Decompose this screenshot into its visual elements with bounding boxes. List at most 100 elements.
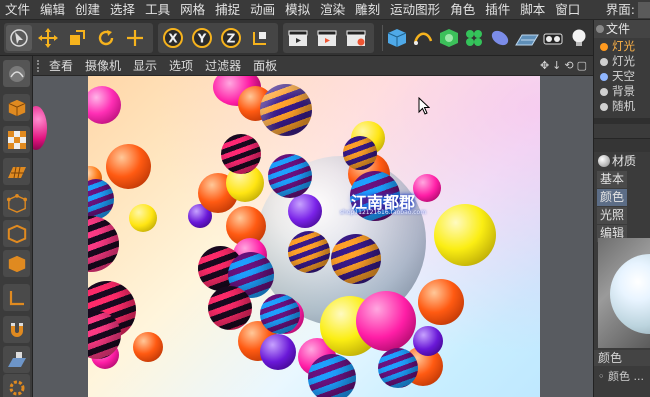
menu-script[interactable]: 脚本: [515, 0, 550, 20]
object-item-light-1[interactable]: 灯光: [594, 39, 650, 54]
render-settings-button[interactable]: [343, 25, 369, 51]
material-label: 材质: [612, 154, 637, 168]
object-item-sky[interactable]: 天空: [594, 69, 650, 84]
object-label: 灯光: [612, 54, 635, 68]
striped-sphere-blue-purple: [260, 294, 300, 334]
cube-icon: [388, 28, 407, 47]
object-item-random[interactable]: 随机: [594, 99, 650, 114]
cinema4d-window: 文件 编辑 创建 选择 工具 网格 捕捉 动画 模拟 渲染 雕刻 运动图形 角色…: [0, 0, 650, 397]
color-section-header[interactable]: 颜色: [594, 350, 650, 366]
subdivision-surface-button[interactable]: [437, 25, 460, 51]
viewport-menu-cameras[interactable]: 摄像机: [79, 57, 127, 74]
viewport-menu-options[interactable]: 选项: [163, 57, 199, 74]
object-label: 灯光: [612, 39, 635, 53]
axis-mode-button[interactable]: [3, 284, 30, 311]
menu-mograph[interactable]: 运动图形: [385, 0, 445, 20]
menu-plugins[interactable]: 插件: [480, 0, 515, 20]
gear-tool-button[interactable]: [3, 374, 30, 397]
object-manager-tab-file[interactable]: 文件: [606, 22, 630, 36]
menu-window[interactable]: 窗口: [550, 0, 585, 20]
points-mode-button[interactable]: [3, 190, 30, 217]
cube-button[interactable]: [386, 25, 409, 51]
sphere-pink: [356, 291, 416, 351]
striped-sphere-orange-purple: [343, 136, 377, 170]
sphere-orange: [106, 144, 151, 189]
make-editable-icon: [8, 65, 25, 82]
rotate-button[interactable]: [93, 25, 119, 51]
cloner-icon: [466, 29, 483, 46]
add-object-button[interactable]: [122, 25, 148, 51]
menu-simulate[interactable]: 模拟: [280, 0, 315, 20]
panel-pin-icon[interactable]: [596, 25, 604, 33]
viewport-menu-display[interactable]: 显示: [127, 57, 163, 74]
render-view-button[interactable]: [285, 25, 311, 51]
zoom-view-icon[interactable]: ↓: [552, 59, 561, 72]
menu-render[interactable]: 渲染: [315, 0, 350, 20]
object-list-scrollbar[interactable]: [594, 118, 650, 124]
polygons-mode-button[interactable]: [3, 250, 30, 277]
gear-icon: [9, 380, 24, 395]
workplane-mode-button[interactable]: [3, 158, 30, 185]
main-toolbar: X Y Z: [0, 20, 593, 56]
menu-edit[interactable]: 编辑: [35, 0, 70, 20]
object-label: 背景: [612, 84, 635, 98]
floor-icon: [514, 34, 539, 45]
axis-z-button[interactable]: Z: [218, 25, 244, 51]
sphere-orange: [418, 279, 464, 325]
scale-button[interactable]: [64, 25, 90, 51]
axis-y-label: Y: [197, 31, 207, 45]
pan-view-icon[interactable]: ✥: [540, 59, 549, 72]
snap-button[interactable]: [3, 316, 30, 343]
live-select-button[interactable]: [6, 24, 32, 51]
camera-button[interactable]: [542, 25, 565, 51]
sphere-purple: [260, 334, 296, 370]
cloner-button[interactable]: [463, 25, 486, 51]
axis-y-button[interactable]: Y: [189, 25, 215, 51]
render-picture-viewer-button[interactable]: [314, 25, 340, 51]
viewport-menu-filter[interactable]: 过滤器: [199, 57, 247, 74]
attr-tab-illumination[interactable]: 光照: [597, 207, 628, 224]
sphere-purple: [413, 326, 443, 356]
attr-tab-basic[interactable]: 基本: [597, 171, 628, 188]
axis-x-icon: X: [163, 27, 183, 48]
menu-select[interactable]: 选择: [105, 0, 140, 20]
bend-deformer-icon: [492, 30, 509, 45]
menu-mesh[interactable]: 网格: [175, 0, 210, 20]
make-editable-button[interactable]: [3, 60, 30, 87]
deformer-button[interactable]: [489, 25, 512, 51]
menu-snap[interactable]: 捕捉: [210, 0, 245, 20]
lock-workplane-button[interactable]: [3, 346, 30, 373]
menu-create[interactable]: 创建: [70, 0, 105, 20]
axis-z-icon: Z: [221, 27, 241, 48]
tool-group-render: [283, 22, 374, 53]
menu-file[interactable]: 文件: [0, 0, 35, 20]
orbit-view-icon[interactable]: ⟲: [564, 59, 573, 72]
axis-x-button[interactable]: X: [160, 25, 186, 51]
plus-icon: [127, 29, 143, 46]
striped-sphere-orange-purple: [288, 231, 330, 273]
spline-pen-button[interactable]: [412, 25, 435, 51]
menu-sculpt[interactable]: 雕刻: [350, 0, 385, 20]
color-field-label[interactable]: ◦ 颜色 ...: [594, 369, 650, 385]
light-button[interactable]: [567, 25, 590, 51]
viewport-menu-panel[interactable]: 面板: [247, 57, 283, 74]
menu-tools[interactable]: 工具: [140, 0, 175, 20]
move-button[interactable]: [35, 25, 61, 51]
object-item-background[interactable]: 背景: [594, 84, 650, 99]
texture-mode-button[interactable]: [3, 126, 30, 153]
viewport-menu-view[interactable]: 查看: [43, 57, 79, 74]
viewport-3d[interactable]: 江南都郡 shop112121616.taobao.com: [33, 76, 593, 397]
menu-animate[interactable]: 动画: [245, 0, 280, 20]
magnet-icon: [10, 322, 23, 337]
edges-mode-button[interactable]: [3, 220, 30, 247]
object-label: 随机: [612, 99, 635, 113]
move-arrows-icon: [38, 27, 58, 48]
attr-tab-color[interactable]: 颜色: [597, 189, 628, 206]
floor-button[interactable]: [514, 25, 539, 51]
model-mode-button[interactable]: [3, 94, 30, 121]
maximize-view-icon[interactable]: ▢: [577, 59, 587, 72]
layout-dropdown[interactable]: [638, 1, 650, 18]
menu-character[interactable]: 角色: [445, 0, 480, 20]
object-item-light-2[interactable]: 灯光: [594, 54, 650, 69]
coordinate-system-button[interactable]: [247, 25, 273, 51]
